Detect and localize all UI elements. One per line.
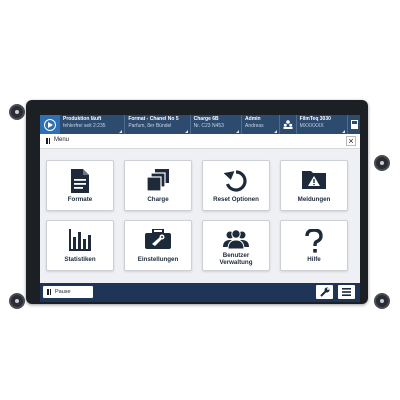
status-user[interactable]: Admin Andreas — [242, 115, 280, 134]
stack-icon — [147, 169, 169, 191]
machine-serial: MXXXXXX — [299, 123, 324, 129]
hamburger-icon — [342, 288, 351, 296]
menu-title: Menu — [54, 137, 70, 143]
bar-chart-icon — [69, 229, 91, 251]
play-icon — [44, 118, 56, 131]
charge-subtitle: Nr. C23 N453 — [193, 123, 224, 129]
tile-label: Benutzer Verwaltung — [203, 252, 269, 266]
user-group-icon[interactable] — [280, 115, 297, 134]
bottom-bar: Pause — [40, 283, 360, 302]
tile-einstellungen[interactable]: Einstellungen — [124, 220, 192, 271]
warning-folder-icon — [302, 171, 326, 189]
pause-icon — [46, 138, 50, 144]
document-icon — [71, 169, 89, 193]
mount-lug-bottom-left — [9, 293, 25, 309]
hamburger-menu-button[interactable] — [338, 285, 355, 299]
corner-arrow-icon — [236, 130, 240, 133]
tile-formate[interactable]: Formate — [46, 160, 114, 211]
status-production[interactable]: Produktion läuft fehlerfrei seit 2:235 — [60, 115, 126, 134]
menu-header: Menu × — [40, 134, 360, 149]
close-button[interactable]: × — [346, 136, 356, 146]
tile-hilfe[interactable]: Hilfe — [280, 220, 348, 271]
mount-lug-bottom-right — [374, 293, 390, 309]
user-role: Admin — [245, 116, 261, 122]
status-format[interactable]: Format - Chanel No 5 Parfum, 8er Bündel — [125, 115, 191, 134]
tile-label-line1: Benutzer — [222, 252, 250, 259]
mount-lug-top-left — [9, 104, 25, 120]
home-logo[interactable] — [40, 115, 60, 134]
tile-label: Hilfe — [307, 256, 321, 263]
corner-arrow-icon — [273, 130, 277, 133]
status-bar: Produktion läuft fehlerfrei seit 2:235 F… — [40, 115, 360, 134]
tile-charge[interactable]: Charge — [124, 160, 192, 211]
question-icon — [305, 229, 323, 253]
machine-title: FilmTeq 3030 — [299, 116, 331, 122]
corner-arrow-icon — [184, 130, 188, 133]
hmi-screen: Produktion läuft fehlerfrei seit 2:235 F… — [40, 115, 360, 302]
pause-icon — [47, 289, 51, 295]
tile-label-line2: Verwaltung — [219, 259, 253, 266]
tools-button[interactable] — [316, 285, 333, 299]
users-icon — [223, 229, 249, 249]
toolbox-icon — [145, 229, 171, 249]
corner-arrow-icon — [119, 130, 123, 133]
format-title: Format - Chanel No 5 — [128, 116, 179, 122]
tile-benutzer-verwaltung[interactable]: Benutzer Verwaltung — [202, 220, 270, 271]
tile-label: Reset Optionen — [213, 196, 259, 203]
mount-lug-top-right — [374, 155, 390, 171]
corner-arrow-icon — [342, 130, 346, 133]
tile-reset-optionen[interactable]: Reset Optionen — [202, 160, 270, 211]
user-name: Andreas — [245, 123, 264, 129]
tile-label: Meldungen — [297, 196, 331, 203]
tile-label: Einstellungen — [137, 256, 179, 263]
tile-label: Formate — [67, 196, 93, 203]
tile-label: Statistiken — [64, 256, 96, 263]
pause-label: Pause — [55, 289, 71, 295]
production-subtitle: fehlerfrei seit 2:235 — [63, 123, 106, 129]
charge-title: Charge 6B — [193, 116, 219, 122]
tile-label: Charge — [147, 196, 169, 203]
format-subtitle: Parfum, 8er Bündel — [128, 123, 172, 129]
status-machine[interactable]: FilmTeq 3030 MXXXXXX — [297, 115, 349, 134]
wrench-icon — [319, 287, 329, 297]
tile-statistiken[interactable]: Statistiken — [46, 220, 114, 271]
save-icon[interactable] — [348, 115, 360, 134]
pause-button[interactable]: Pause — [43, 286, 93, 298]
production-title: Produktion läuft — [63, 116, 102, 122]
tile-meldungen[interactable]: Meldungen — [280, 160, 348, 211]
status-charge[interactable]: Charge 6B Nr. C23 N453 — [191, 115, 243, 134]
reset-icon — [224, 170, 247, 192]
